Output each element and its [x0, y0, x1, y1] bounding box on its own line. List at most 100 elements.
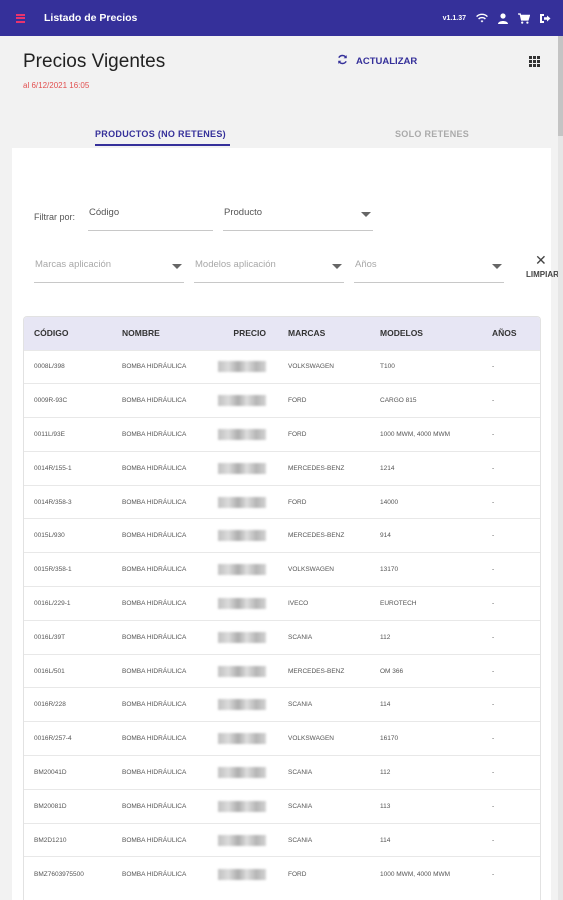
clear-filters-button[interactable]: ✕ LIMPIAR	[526, 252, 559, 282]
cell-nombre: BOMBA HIDRÁULICA	[122, 599, 187, 607]
cell-nombre: BOMBA HIDRÁULICA	[122, 498, 187, 506]
cell-marcas: FORD	[288, 870, 307, 878]
cell-modelos: 112	[380, 768, 391, 776]
header-area: Precios Vigentes al 6/12/2021 16:05 ACTU…	[0, 36, 558, 148]
app-version: v1.1.37	[442, 14, 466, 22]
table-row[interactable]: BMZ7603975500 BOMBA HIDRÁULICA FORD 1000 MW…	[24, 856, 540, 891]
blurred-price	[218, 462, 266, 474]
cell-precio	[204, 654, 278, 688]
table-row[interactable]: 0009R-93C BOMBA HIDRÁULICA FORD CARGO 815 -	[24, 383, 540, 418]
marcas-placeholder: Marcas aplicación	[35, 259, 112, 270]
logout-icon[interactable]	[539, 12, 551, 24]
column-header-codigo[interactable]: CÓDIGO	[24, 317, 112, 350]
cell-precio	[204, 857, 278, 891]
cell-anios: -	[492, 532, 495, 540]
cell-modelos: 914	[380, 532, 391, 540]
table-row[interactable]: 0016R/257-4 BOMBA HIDRÁULICA VOLKSWAGEN 161…	[24, 721, 540, 756]
refresh-label: ACTUALIZAR	[356, 55, 418, 67]
products-card: Filtrar por: Código Producto Marcas apli…	[12, 148, 559, 900]
cell-modelos: OM 366	[380, 667, 404, 675]
scroll-thumb[interactable]	[558, 36, 563, 136]
cell-marcas: MERCEDES-BENZ	[288, 667, 345, 675]
tab-productos[interactable]: PRODUCTOS (NO RETENES)	[95, 129, 226, 139]
cell-modelos: T100	[380, 363, 395, 371]
page-scrollbar[interactable]	[558, 36, 563, 900]
price-table: CÓDIGO NOMBRE PRECIO MARCAS MODELOS AÑOS…	[23, 316, 541, 900]
table-row[interactable]: 0014R/155-1 BOMBA HIDRÁULICA MERCEDES-BENZ…	[24, 451, 540, 485]
cell-anios: -	[492, 701, 495, 709]
cell-codigo: 0016L/39T	[34, 633, 66, 641]
menu-button[interactable]	[0, 0, 40, 36]
cell-codigo: 0009R-93C	[34, 397, 68, 405]
cell-nombre: BOMBA HIDRÁULICA	[122, 836, 187, 844]
grid-icon[interactable]	[529, 56, 540, 67]
cell-marcas: VOLKSWAGEN	[288, 363, 334, 371]
table-row[interactable]: 0014R/358-3 BOMBA HIDRÁULICA FORD 14000 -	[24, 485, 540, 519]
cell-precio	[204, 756, 278, 790]
cell-precio	[204, 384, 278, 418]
app-bar: Listado de Precios v1.1.37	[0, 0, 563, 36]
cell-marcas: IVECO	[288, 599, 309, 607]
cell-modelos: 13170	[380, 566, 399, 574]
table-row[interactable]: 0016L/229-1 BOMBA HIDRÁULICA IVECO EUROTECH…	[24, 586, 540, 621]
codigo-input[interactable]: Código	[88, 205, 213, 231]
cell-nombre: BOMBA HIDRÁULICA	[122, 363, 187, 371]
table-row[interactable]: 0016L/501 BOMBA HIDRÁULICA MERCEDES-BENZ OM…	[24, 654, 540, 688]
table-row[interactable]: 0015R/358-1 BOMBA HIDRÁULICA VOLKSWAGEN 131…	[24, 552, 540, 587]
cell-nombre: BOMBA HIDRÁULICA	[122, 566, 187, 574]
table-row[interactable]: BM2D1210 BOMBA HIDRÁULICA SCANIA 114 -	[24, 823, 540, 857]
cell-marcas: MERCEDES-BENZ	[288, 532, 345, 540]
table-row[interactable]: 0008L/398 BOMBA HIDRÁULICA VOLKSWAGEN T100 -	[24, 350, 540, 384]
active-tab-indicator	[95, 144, 230, 146]
modelos-select[interactable]: Modelos aplicación	[194, 257, 344, 283]
tab-solo-retenes[interactable]: SOLO RETENES	[395, 129, 469, 139]
column-header-nombre[interactable]: NOMBRE	[112, 317, 204, 350]
refresh-button[interactable]: ACTUALIZAR	[337, 54, 417, 68]
cell-codigo: 0016L/501	[34, 667, 65, 675]
producto-select[interactable]: Producto	[223, 205, 373, 231]
cell-marcas: VOLKSWAGEN	[288, 566, 334, 574]
column-header-marcas[interactable]: MARCAS	[278, 317, 370, 350]
table-row[interactable]: 0015L/930 BOMBA HIDRÁULICA MERCEDES-BENZ 91…	[24, 518, 540, 553]
cell-precio	[204, 823, 278, 857]
column-header-modelos[interactable]: MODELOS	[370, 317, 482, 350]
cell-codigo: BM20041D	[34, 768, 67, 776]
cell-nombre: BOMBA HIDRÁULICA	[122, 701, 187, 709]
cell-anios: -	[492, 735, 495, 743]
user-icon[interactable]	[497, 12, 509, 24]
cell-modelos: 113	[380, 802, 391, 810]
cell-nombre: BOMBA HIDRÁULICA	[122, 633, 187, 641]
cart-icon[interactable]	[518, 12, 530, 24]
blurred-price	[218, 361, 266, 373]
cell-precio	[204, 553, 278, 587]
cell-anios: -	[492, 363, 495, 371]
cell-codigo: BM20081D	[34, 802, 67, 810]
table-row[interactable]: 0016R/228 BOMBA HIDRÁULICA SCANIA 114 -	[24, 687, 540, 722]
cell-anios: -	[492, 667, 495, 675]
cell-codigo: 0016R/257-4	[34, 735, 72, 743]
cell-marcas: MERCEDES-BENZ	[288, 464, 345, 472]
marcas-select[interactable]: Marcas aplicación	[34, 257, 184, 283]
cell-marcas: FORD	[288, 397, 307, 405]
column-header-precio[interactable]: PRECIO	[204, 317, 278, 350]
cell-precio	[204, 688, 278, 722]
blurred-price	[218, 564, 266, 576]
cell-anios: -	[492, 599, 495, 607]
cell-nombre: BOMBA HIDRÁULICA	[122, 870, 187, 878]
filter-label: Filtrar por:	[34, 212, 76, 222]
cell-precio	[204, 485, 278, 519]
cell-modelos: 1000 MWM, 4000 MWM	[380, 870, 451, 878]
table-row[interactable]: 0011L/93E BOMBA HIDRÁULICA FORD 1000 MWM, 4…	[24, 417, 540, 452]
blurred-price	[218, 631, 266, 643]
cell-codigo: 0014R/155-1	[34, 464, 72, 472]
table-row[interactable]: BM20081D BOMBA HIDRÁULICA SCANIA 113 -	[24, 789, 540, 823]
table-row[interactable]: BM20041D BOMBA HIDRÁULICA SCANIA 112 -	[24, 755, 540, 790]
table-row[interactable]: 0016L/39T BOMBA HIDRÁULICA SCANIA 112 -	[24, 620, 540, 654]
cell-marcas: FORD	[288, 498, 307, 506]
cell-nombre: BOMBA HIDRÁULICA	[122, 532, 187, 540]
producto-label: Producto	[224, 207, 263, 218]
anios-select[interactable]: Años	[354, 257, 504, 283]
menu-icon	[15, 13, 25, 23]
anios-placeholder: Años	[355, 259, 377, 270]
column-header-anios[interactable]: AÑOS	[482, 317, 540, 350]
